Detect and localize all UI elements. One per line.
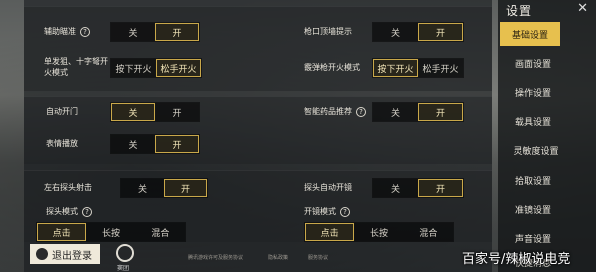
help-icon[interactable]: ? — [80, 26, 90, 37]
settings-panel: 辅助瞄准? 关 开 枪口顶墙提示 关 开 单发狙、十字弩开火模式 按下开火 松手… — [24, 0, 492, 272]
shotgun-fire-release[interactable]: 松手开火 — [418, 59, 463, 77]
peek-auto-scope-off[interactable]: 关 — [373, 179, 418, 197]
smart-meds-on[interactable]: 开 — [417, 103, 463, 121]
settings-sidebar: 设置 ✕ 基础设置 画面设置 操作设置 载具设置 灵敏度设置 拾取设置 准镜设置… — [498, 0, 596, 272]
footer-link-service[interactable]: 服务协议 — [308, 254, 328, 261]
close-icon[interactable]: ✕ — [577, 1, 588, 16]
muzzle-wall-off[interactable]: 关 — [373, 23, 418, 41]
peek-mode-toggle[interactable]: 点击 长按 混合 — [36, 222, 186, 242]
team-label: 窦团 — [117, 265, 130, 272]
user-icon — [36, 248, 48, 260]
shotgun-fire-toggle[interactable]: 按下开火 松手开火 — [372, 58, 464, 78]
scope-mode-mixed[interactable]: 混合 — [403, 223, 453, 241]
peek-mode-label: 探头模式? — [46, 206, 92, 217]
muzzle-wall-label: 枪口顶墙提示 — [304, 27, 352, 36]
peek-fire-label: 左右探头射击 — [44, 183, 92, 192]
muzzle-wall-toggle[interactable]: 关 开 — [372, 22, 464, 42]
emote-label: 表情播放 — [46, 139, 78, 148]
footer-link-license[interactable]: 腾讯游戏许可及服务协议 — [188, 254, 243, 261]
sidebar-item-scope[interactable]: 准镜设置 — [498, 197, 568, 221]
scope-mode-toggle[interactable]: 点击 长按 混合 — [304, 222, 454, 242]
peek-mode-hold[interactable]: 长按 — [86, 223, 136, 241]
peek-fire-off[interactable]: 关 — [121, 179, 164, 197]
sidebar-item-controls[interactable]: 操作设置 — [498, 80, 568, 104]
emote-off[interactable]: 关 — [111, 135, 155, 153]
auto-door-on[interactable]: 开 — [155, 103, 199, 121]
smart-meds-label: 智能药品推荐? — [304, 106, 366, 117]
single-fire-release[interactable]: 松手开火 — [155, 59, 201, 77]
aim-assist-toggle[interactable]: 关 开 — [110, 22, 200, 42]
single-fire-toggle[interactable]: 按下开火 松手开火 — [110, 58, 202, 78]
auto-door-off[interactable]: 关 — [111, 103, 156, 121]
shotgun-fire-press[interactable]: 按下开火 — [373, 59, 419, 77]
sidebar-item-sound[interactable]: 声音设置 — [498, 226, 568, 250]
muzzle-wall-on[interactable]: 开 — [417, 23, 463, 41]
single-fire-label: 单发狙、十字弩开火模式 — [44, 57, 108, 77]
watermark: 百家号/辣椒说电竞 — [462, 252, 571, 267]
auto-door-toggle[interactable]: 关 开 — [110, 102, 200, 122]
sidebar-title: 设置 — [506, 4, 533, 18]
logout-label: 退出登录 — [52, 250, 92, 262]
smart-meds-off[interactable]: 关 — [373, 103, 418, 121]
section-fire — [24, 6, 492, 91]
peek-mode-tap[interactable]: 点击 — [37, 223, 87, 241]
peek-auto-scope-toggle[interactable]: 关 开 — [372, 178, 464, 198]
aim-assist-off[interactable]: 关 — [111, 23, 155, 41]
single-fire-press[interactable]: 按下开火 — [111, 59, 156, 77]
sidebar-item-graphics[interactable]: 画面设置 — [498, 51, 568, 75]
aim-assist-label: 辅助瞄准? — [44, 26, 90, 37]
emote-toggle[interactable]: 关 开 — [110, 134, 200, 154]
sidebar-item-pickup[interactable]: 拾取设置 — [498, 168, 568, 192]
peek-auto-scope-label: 探头自动开镜 — [304, 183, 352, 192]
help-icon[interactable]: ? — [82, 206, 92, 217]
peek-fire-on[interactable]: 开 — [163, 179, 207, 197]
smart-meds-toggle[interactable]: 关 开 — [372, 102, 464, 122]
scope-mode-label: 开镜模式? — [304, 206, 350, 217]
team-icon[interactable] — [116, 244, 134, 262]
help-icon[interactable]: ? — [340, 206, 350, 217]
peek-mode-mixed[interactable]: 混合 — [135, 223, 185, 241]
footer-link-privacy[interactable]: 隐私政策 — [268, 254, 288, 261]
peek-fire-toggle[interactable]: 关 开 — [120, 178, 208, 198]
emote-on[interactable]: 开 — [154, 135, 199, 153]
peek-auto-scope-on[interactable]: 开 — [417, 179, 463, 197]
scope-mode-hold[interactable]: 长按 — [354, 223, 404, 241]
scope-mode-tap[interactable]: 点击 — [305, 223, 355, 241]
sidebar-item-basic[interactable]: 基础设置 — [500, 22, 560, 46]
aim-assist-on[interactable]: 开 — [154, 23, 199, 41]
shotgun-fire-label: 霰弹枪开火模式 — [304, 63, 360, 72]
help-icon[interactable]: ? — [356, 106, 366, 117]
logout-button[interactable]: 退出登录 — [30, 244, 100, 264]
sidebar-item-vehicle[interactable]: 载具设置 — [498, 109, 568, 133]
sidebar-item-sensitivity[interactable]: 灵敏度设置 — [498, 138, 574, 162]
auto-door-label: 自动开门 — [46, 107, 78, 116]
